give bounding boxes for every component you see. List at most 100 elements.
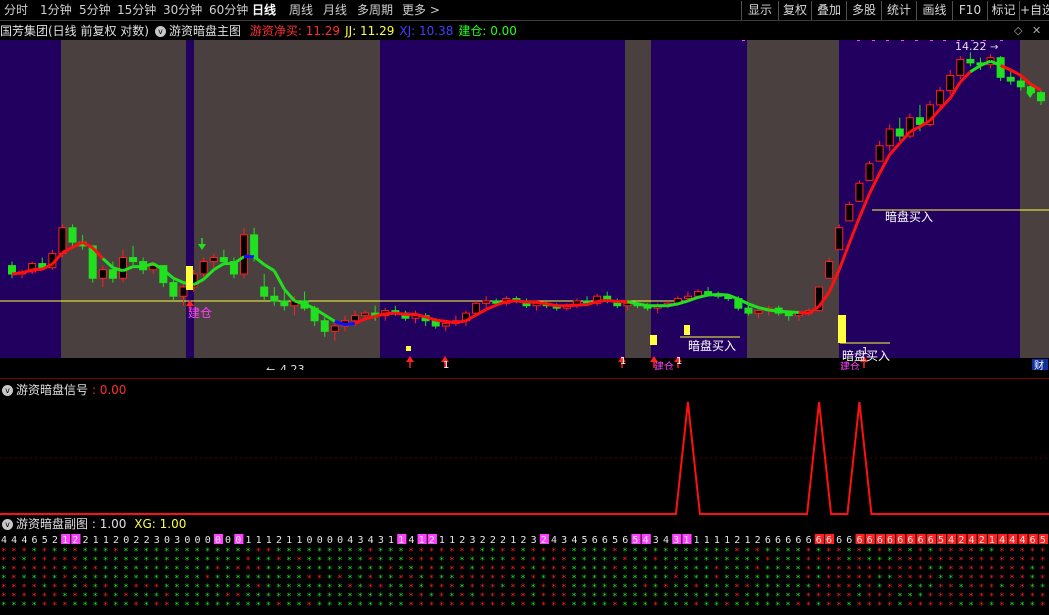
panel-divider[interactable] (0, 378, 1049, 379)
timeframe-tab-8[interactable]: 月线 (323, 2, 347, 19)
candle-body (361, 312, 370, 317)
candle-body (320, 320, 329, 332)
timeframe-tab-1[interactable]: 1分钟 (40, 2, 72, 19)
pattern-glyph: * (531, 601, 536, 611)
digit-label: 0 (215, 535, 221, 546)
digit-label: 1 (724, 535, 730, 546)
pattern-glyph: * (897, 601, 902, 611)
digit-label: 4 (368, 535, 374, 546)
pattern-glyph: * (989, 601, 994, 611)
pattern-glyph: * (388, 601, 393, 611)
pattern-glyph: * (816, 601, 821, 611)
pattern-glyph: * (918, 601, 923, 611)
close-icon[interactable]: ✕ (1032, 22, 1041, 40)
digit-label: 2 (958, 535, 964, 546)
digit-label: 5 (582, 535, 588, 546)
chevron-down-icon[interactable]: v (2, 519, 13, 530)
toolbar-button-7[interactable]: 标记 (987, 1, 1019, 20)
main-candlestick-chart[interactable]: 14.22 →← 4.23暗盘买入暗盘买入暗盘买入建仓建仓 建仓1 1 11财 (0, 40, 1049, 370)
top-marker (971, 40, 974, 41)
pattern-glyph: * (357, 601, 362, 611)
timeframe-tab-4[interactable]: 30分钟 (163, 2, 202, 19)
chevron-down-icon[interactable]: v (155, 26, 166, 37)
one-label: 1 (443, 360, 449, 370)
top-toolbar: 分时 1分钟 5分钟 15分钟 30分钟 60分钟 日线 周线 月线 多周期 更多 > 显示 复权 叠加多… (0, 0, 1049, 21)
sub2-title[interactable]: 游资暗盘副图 (16, 517, 88, 531)
digit-label: 1 (510, 535, 516, 546)
timeframe-tab-10[interactable]: 更多 > (402, 2, 440, 19)
ma-segment (385, 311, 396, 316)
pattern-glyph: * (999, 601, 1004, 611)
pattern-glyph: * (734, 601, 739, 611)
digit-label: 3 (174, 535, 180, 546)
timeframe-tab-3[interactable]: 15分钟 (117, 2, 156, 19)
sub2-auxiliary-chart[interactable]: 4 * * * * * * * 4 * * * * * * * 4 * * * * * * * 6 * * * * * * * 5 * * * * * * *… (0, 534, 1049, 615)
ma-segment (576, 303, 588, 307)
pattern-glyph: * (541, 601, 546, 611)
digit-label: 6 (785, 535, 791, 546)
timeframe-tab-7[interactable]: 周线 (289, 2, 313, 19)
digit-label: 4 (551, 535, 557, 546)
timeframe-tab-0[interactable]: 分时 (4, 2, 28, 19)
candle-body (936, 90, 945, 106)
digit-label: 0 (337, 535, 343, 546)
candle-body (240, 234, 249, 275)
chevron-down-icon[interactable]: v (2, 385, 13, 396)
digit-label: 1 (439, 535, 445, 546)
timeframe-tab-5[interactable]: 60分钟 (209, 2, 248, 19)
stock-title[interactable]: 国芳集团(日线 前复权 对数) (0, 24, 149, 38)
digit-label: 0 (307, 535, 313, 546)
timeframe-tab-2[interactable]: 5分钟 (79, 2, 111, 19)
timeframe-tab-6[interactable]: 日线 (252, 2, 276, 19)
pattern-glyph: * (256, 601, 261, 611)
toolbar-button-8[interactable]: +自选 (1019, 1, 1049, 20)
candle-body (855, 182, 864, 202)
pattern-glyph: * (408, 601, 413, 611)
toolbar-button-5[interactable]: 画线 (916, 1, 952, 20)
candle-body (118, 257, 127, 279)
pattern-glyph: * (510, 601, 515, 611)
pattern-glyph: * (775, 601, 780, 611)
pattern-glyph: * (938, 601, 943, 611)
toolbar-button-4[interactable]: 统计 (881, 1, 916, 20)
build-label: 建仓 (654, 360, 674, 370)
pattern-glyph: * (622, 601, 627, 611)
digit-label: 6 (775, 535, 781, 546)
candle-body (179, 286, 188, 297)
candle-body (946, 74, 955, 92)
pattern-glyph: * (694, 601, 699, 611)
pattern-glyph: * (123, 601, 128, 611)
digit-label: 0 (327, 535, 333, 546)
digit-label: 6 (32, 535, 38, 546)
pattern-glyph: * (205, 601, 210, 611)
signal-bar (838, 315, 846, 343)
candle-body (199, 261, 208, 275)
digit-label: 1 (704, 535, 710, 546)
sub1-title[interactable]: 游资暗盘信号 (16, 383, 88, 397)
toolbar-button-2[interactable]: 叠加 (811, 1, 846, 20)
toolbar-button-6[interactable]: F10 (952, 1, 987, 20)
sub1-signal-chart[interactable] (0, 398, 1049, 516)
pattern-glyph: * (969, 601, 974, 611)
digit-label: 1 (62, 535, 68, 546)
pattern-glyph: * (948, 601, 953, 611)
pattern-glyph: * (368, 601, 373, 611)
toolbar-button-1[interactable]: 复权 (778, 1, 811, 20)
digit-label: 3 (378, 535, 384, 546)
digit-label: 4 (571, 535, 577, 546)
candle-body (966, 58, 975, 64)
toolbar-button-3[interactable]: 多股 (846, 1, 881, 20)
toolbar-button-0[interactable]: 显示 (741, 1, 778, 20)
candle-body (270, 295, 279, 302)
pattern-glyph: * (744, 601, 749, 611)
diamond-icon[interactable]: ◇ (1014, 22, 1022, 40)
indicator-number: 11.29 (356, 24, 395, 38)
timeframe-tab-9[interactable]: 多周期 (357, 2, 393, 19)
pattern-glyph: * (449, 601, 454, 611)
sub1-value-label: : (91, 383, 96, 397)
digit-label: 4 (347, 535, 353, 546)
digit-label: 2 (52, 535, 58, 546)
sub1-header: v 游资暗盘信号 : 0.00 (0, 381, 1049, 399)
indicator-title[interactable]: 游资暗盘主图 (169, 24, 241, 38)
digit-label: 6 (622, 535, 628, 546)
